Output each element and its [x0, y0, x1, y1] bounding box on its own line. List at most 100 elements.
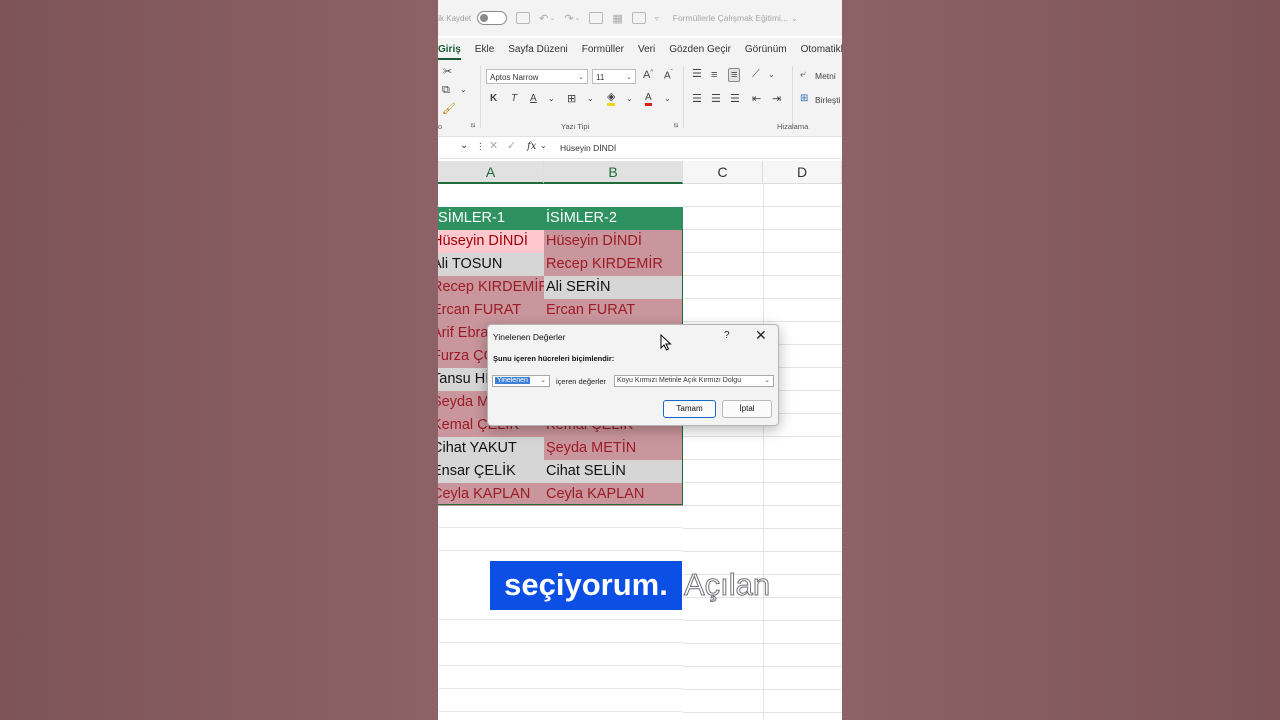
insert-function-icon[interactable]: fx — [527, 141, 536, 152]
wrap-text-button[interactable]: Metni — [815, 71, 836, 81]
column-header-b[interactable]: B — [544, 161, 683, 184]
gridline — [438, 550, 683, 551]
merge-button[interactable]: Birleşti — [815, 95, 841, 105]
clipboard-launcher-icon[interactable]: ⧅ — [471, 122, 475, 130]
tab-data[interactable]: Veri — [638, 44, 655, 55]
align-middle-icon[interactable]: ≡ — [711, 69, 717, 81]
underline-button[interactable]: A — [530, 93, 537, 104]
gridline — [683, 275, 842, 276]
copy-dropdown-icon[interactable]: ⌄ — [460, 85, 467, 94]
formula-expand-icon[interactable]: ⌄ — [540, 141, 547, 150]
format-select[interactable]: Koyu Kırmızı Metinle Açık Kırmızı Dolgu … — [614, 375, 774, 387]
caption-highlighted: seçiyorum. — [490, 561, 682, 610]
undo-icon[interactable]: ↶ — [539, 12, 548, 25]
title-bar: Otomatik Kaydet ↶ ⌄ ↷ ⌄ ▦ ▿ Formüllerle … — [438, 0, 842, 36]
name-box-dropdown-icon[interactable]: ⌄ — [460, 140, 468, 151]
wrap-text-icon[interactable]: ⤶ — [800, 69, 806, 80]
font-name-select[interactable]: Aptos Narrow ⌄ — [486, 69, 588, 84]
gridline — [683, 321, 842, 322]
bold-button[interactable]: K — [490, 93, 497, 104]
header-cell-a[interactable]: İSİMLER-1 — [438, 207, 544, 230]
increase-font-icon[interactable]: A^ — [643, 69, 653, 81]
header-cell-b[interactable]: İSİMLER-2 — [544, 207, 683, 230]
grid-icon[interactable]: ▦ — [612, 12, 622, 25]
increase-indent-icon[interactable]: ⇥ — [772, 92, 781, 105]
align-right-icon[interactable]: ☰ — [730, 92, 740, 105]
column-header-d[interactable]: D — [763, 161, 842, 184]
font-color-dropdown-icon[interactable]: ⌄ — [664, 94, 671, 103]
font-size-value: 11 — [596, 73, 605, 82]
italic-button[interactable]: T — [511, 93, 517, 104]
close-icon[interactable]: ✕ — [755, 327, 767, 344]
cancel-icon[interactable]: ✕ — [489, 139, 498, 152]
dialog-instruction: Şunu içeren hücreleri biçimlendir: — [493, 354, 615, 363]
tab-insert[interactable]: Ekle — [475, 44, 494, 55]
font-name-value: Aptos Narrow — [490, 73, 539, 82]
more-icon[interactable]: ⋮ — [476, 141, 485, 152]
chevron-down-icon: ⌄ — [764, 377, 770, 384]
enter-icon[interactable]: ✓ — [507, 139, 516, 152]
tab-formulas[interactable]: Formüller — [582, 44, 624, 55]
underline-dropdown-icon[interactable]: ⌄ — [548, 94, 555, 103]
redo-icon[interactable]: ↷ — [564, 12, 573, 25]
formula-bar: ⌄ ⋮ ✕ ✓ fx ⌄ Hüseyin DİNDİ — [438, 138, 842, 159]
title-chevron-down-icon[interactable]: ⌄ — [791, 14, 798, 23]
fill-color-icon[interactable]: ◈ — [607, 92, 616, 106]
decrease-indent-icon[interactable]: ⇤ — [752, 92, 761, 105]
format-painter-icon[interactable]: 🖌 — [442, 102, 456, 115]
tab-view[interactable]: Görünüm — [745, 44, 787, 55]
align-top-icon[interactable]: ☰ — [692, 67, 702, 80]
tab-home[interactable]: Giriş — [438, 44, 461, 60]
redo-dropdown-icon[interactable]: ⌄ — [574, 14, 580, 22]
column-header-a[interactable]: A — [438, 161, 544, 184]
customize-toolbar-icon[interactable]: ▿ — [655, 14, 659, 23]
gridline — [438, 665, 683, 666]
decrease-font-icon[interactable]: Aˇ — [664, 70, 673, 81]
ok-button[interactable]: Tamam — [663, 400, 716, 418]
autosave-toggle[interactable] — [477, 11, 508, 25]
align-bottom-icon[interactable]: ≡ — [728, 68, 741, 82]
form-icon[interactable] — [631, 12, 646, 24]
save-icon[interactable] — [516, 12, 531, 24]
gridline — [683, 252, 842, 253]
fill-color-dropdown-icon[interactable]: ⌄ — [626, 94, 633, 103]
column-header-c[interactable]: C — [683, 161, 763, 184]
alignment-group-label: Hizalama — [777, 122, 809, 131]
formula-input[interactable]: Hüseyin DİNDİ — [560, 143, 616, 153]
borders-dropdown-icon[interactable]: ⌄ — [587, 94, 594, 103]
tab-page-layout[interactable]: Sayfa Düzeni — [508, 44, 567, 55]
cut-icon[interactable]: ✂ — [443, 65, 452, 78]
duplicate-type-select[interactable]: Yinelenen ⌄ — [492, 375, 550, 387]
autosave-label: Otomatik Kaydet — [438, 13, 472, 23]
grid-lines — [683, 184, 842, 720]
gridline — [438, 619, 683, 620]
gridline — [683, 712, 842, 713]
gridline — [683, 528, 842, 529]
merge-icon[interactable]: ⊞ — [800, 93, 808, 104]
gridline — [438, 642, 683, 643]
gridline — [683, 482, 842, 483]
align-center-icon[interactable]: ☰ — [711, 92, 721, 105]
tab-review[interactable]: Gözden Geçir — [669, 44, 731, 55]
copy-icon[interactable]: ⧉ — [442, 84, 450, 97]
document-title: Formüllerle Çalışmak Eğitimi... — [672, 13, 788, 23]
camera-icon[interactable] — [589, 12, 604, 24]
values-with-label: içeren değerler — [556, 377, 607, 386]
help-button[interactable]: ? — [724, 330, 730, 341]
duplicate-type-value: Yinelenen — [495, 377, 530, 384]
tab-automate[interactable]: Otomatikleştir — [801, 44, 842, 55]
borders-icon[interactable]: ⊞ — [567, 92, 576, 105]
chevron-down-icon: ⌄ — [578, 74, 584, 81]
font-size-select[interactable]: 11 ⌄ — [592, 69, 636, 84]
undo-dropdown-icon[interactable]: ⌄ — [549, 14, 555, 22]
chevron-down-icon: ⌄ — [626, 74, 632, 81]
align-left-icon[interactable]: ☰ — [692, 92, 702, 105]
excel-window: Otomatik Kaydet ↶ ⌄ ↷ ⌄ ▦ ▿ Formüllerle … — [438, 0, 842, 720]
font-color-icon[interactable]: A — [645, 92, 652, 106]
orientation-icon[interactable]: ⟋ — [752, 68, 760, 81]
font-launcher-icon[interactable]: ⧅ — [674, 122, 678, 130]
gridline — [683, 206, 842, 207]
orientation-dropdown-icon[interactable]: ⌄ — [768, 70, 775, 79]
chevron-down-icon: ⌄ — [540, 377, 546, 384]
cancel-button[interactable]: İptal — [722, 400, 772, 418]
